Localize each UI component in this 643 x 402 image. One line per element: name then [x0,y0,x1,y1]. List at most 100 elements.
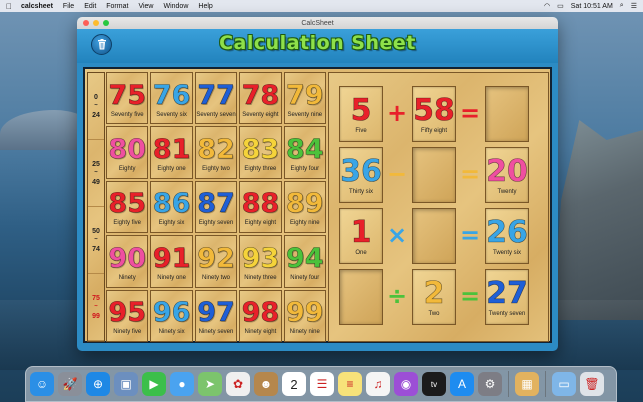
number-word: Eighty nine [289,220,320,227]
number-tile[interactable]: 88 Eighty eight [239,180,282,234]
control-center-icon[interactable]: ☰ [631,2,637,10]
empty-drop-slot[interactable] [339,269,383,325]
dock-item-trash[interactable]: 🗑 [580,372,604,396]
operand-tile[interactable]: 2 Two [412,269,456,325]
dock-item-calcsheet[interactable]: ▦ [515,372,539,396]
number-tile[interactable]: 75 Seventy five [106,72,149,125]
number-tile[interactable]: 80 Eighty [106,126,149,179]
range-label[interactable]: 50 ~74 [88,207,104,274]
menu-view[interactable]: View [138,3,153,10]
dock-item-tv[interactable]: tv [422,372,446,396]
menu-window[interactable]: Window [163,3,188,10]
number-tile[interactable]: 84 Eighty four [283,126,326,179]
sheet-header: Calculation Sheet [77,29,558,63]
tile-number: 20 [486,154,528,189]
result-tile[interactable]: 26 Twenty six [485,208,529,264]
music-note-icon: ♫ [373,377,383,391]
dock: ☺ 🚀 ⊕ ▣ ▶ ● ➤ ✿ ☻ 2 ☰ ≡ ♫ ◉ tv A ⚙ ▦ ▭ 🗑 [25,366,617,402]
tile-number: 5 [350,93,372,128]
dock-item-photos[interactable]: ✿ [226,372,250,396]
app-menu[interactable]: calcsheet [21,3,53,10]
minimize-button[interactable] [93,20,99,26]
equation-row: 1 One × = 26 Twenty six [339,208,544,264]
number-tile[interactable]: 96 Ninety six [150,289,193,342]
number-tile[interactable]: 89 Eighty nine [283,180,326,234]
dock-item-messages[interactable]: ● [170,372,194,396]
dock-item-notes[interactable]: ≡ [338,372,362,396]
number-tile[interactable]: 76 Seventy six [150,72,193,125]
menu-format[interactable]: Format [106,3,128,10]
operand-tile[interactable]: 36 Thirty six [339,147,383,203]
calcsheet-icon: ▦ [521,377,533,391]
range-label[interactable]: 25 ~49 [88,140,104,207]
result-tile[interactable]: 20 Twenty [485,147,529,203]
operator-sign: − [386,160,408,188]
dock-item-finder[interactable]: ☺ [30,372,54,396]
clock[interactable]: Sat 10:51 AM [571,3,613,10]
close-button[interactable] [83,20,89,26]
number-tile[interactable]: 87 Eighty seven [194,180,238,234]
dock-item-calendar[interactable]: 2 [282,372,306,396]
number-tile[interactable]: 93 Ninety three [239,235,282,288]
number-tile[interactable]: 86 Eighty six [150,180,193,234]
empty-drop-slot[interactable] [485,86,529,142]
number-value: 75 [108,79,146,111]
dock-item-contacts[interactable]: ☻ [254,372,278,396]
dock-item-launchpad[interactable]: 🚀 [58,372,82,396]
number-tile[interactable]: 92 Ninety two [194,235,238,288]
empty-drop-slot[interactable] [412,147,456,203]
number-value: 94 [286,242,324,274]
number-tile[interactable]: 82 Eighty two [194,126,238,179]
result-tile[interactable]: 27 Twenty seven [485,269,529,325]
number-word: Ninety seven [198,329,234,336]
dock-item-maps[interactable]: ➤ [198,372,222,396]
range-dash: ~ [94,236,98,243]
menu-help[interactable]: Help [198,3,212,10]
number-tile[interactable]: 97 Ninety seven [194,289,238,342]
dock-item-system-preferences[interactable]: ⚙ [478,372,502,396]
number-value: 91 [152,242,191,274]
number-tile[interactable]: 79 Seventy nine [283,72,326,125]
menu-file[interactable]: File [63,3,74,10]
number-tile[interactable]: 99 Ninety nine [283,289,326,342]
dock-item-safari[interactable]: ⊕ [86,372,110,396]
operand-tile[interactable]: 58 Fifty eight [412,86,456,142]
number-value: 86 [152,188,191,220]
number-tile[interactable]: 78 Seventy eight [239,72,282,125]
range-from: 50 [92,227,100,235]
empty-drop-slot[interactable] [412,208,456,264]
number-tile[interactable]: 83 Eighty three [239,126,282,179]
number-value: 90 [108,242,146,274]
number-tile[interactable]: 94 Ninety four [283,235,326,288]
range-label[interactable]: 0 ~24 [88,73,104,140]
dock-item-app-store[interactable]: A [450,372,474,396]
number-value: 89 [286,188,324,220]
number-tile[interactable]: 85 Eighty five [106,180,149,234]
number-tile[interactable]: 95 Ninety five [106,289,149,342]
operand-tile[interactable]: 5 Five [339,86,383,142]
title-bar[interactable]: CalcSheet [77,17,558,29]
number-tile[interactable]: 81 Eighty one [150,126,193,179]
dock-item-facetime[interactable]: ▶ [142,372,166,396]
dock-item-music[interactable]: ♫ [366,372,390,396]
operand-tile[interactable]: 1 One [339,208,383,264]
number-tile[interactable]: 91 Ninety one [150,235,193,288]
tile-number: 26 [486,215,528,250]
number-tile[interactable]: 90 Ninety [106,235,149,288]
window-title: CalcSheet [301,19,334,27]
dock-item-downloads[interactable]: ▭ [552,372,576,396]
number-tile[interactable]: 98 Ninety eight [239,289,282,342]
trash-icon: 🗑 [584,377,600,391]
apple-menu-icon[interactable]:  [6,2,12,11]
number-tile[interactable]: 77 Seventy seven [194,72,238,125]
zoom-button[interactable] [103,20,109,26]
dock-item-reminders[interactable]: ☰ [310,372,334,396]
dock-item-podcasts[interactable]: ◉ [394,372,418,396]
battery-icon[interactable]: ▭ [557,2,564,10]
spotlight-icon[interactable]: ⌕ [620,2,624,10]
dock-item-preview[interactable]: ▣ [114,372,138,396]
wifi-icon[interactable]: ◠ [544,2,550,10]
tile-number: 36 [340,154,382,189]
range-label[interactable]: 75 ~99 [88,274,104,341]
menu-edit[interactable]: Edit [84,3,96,10]
